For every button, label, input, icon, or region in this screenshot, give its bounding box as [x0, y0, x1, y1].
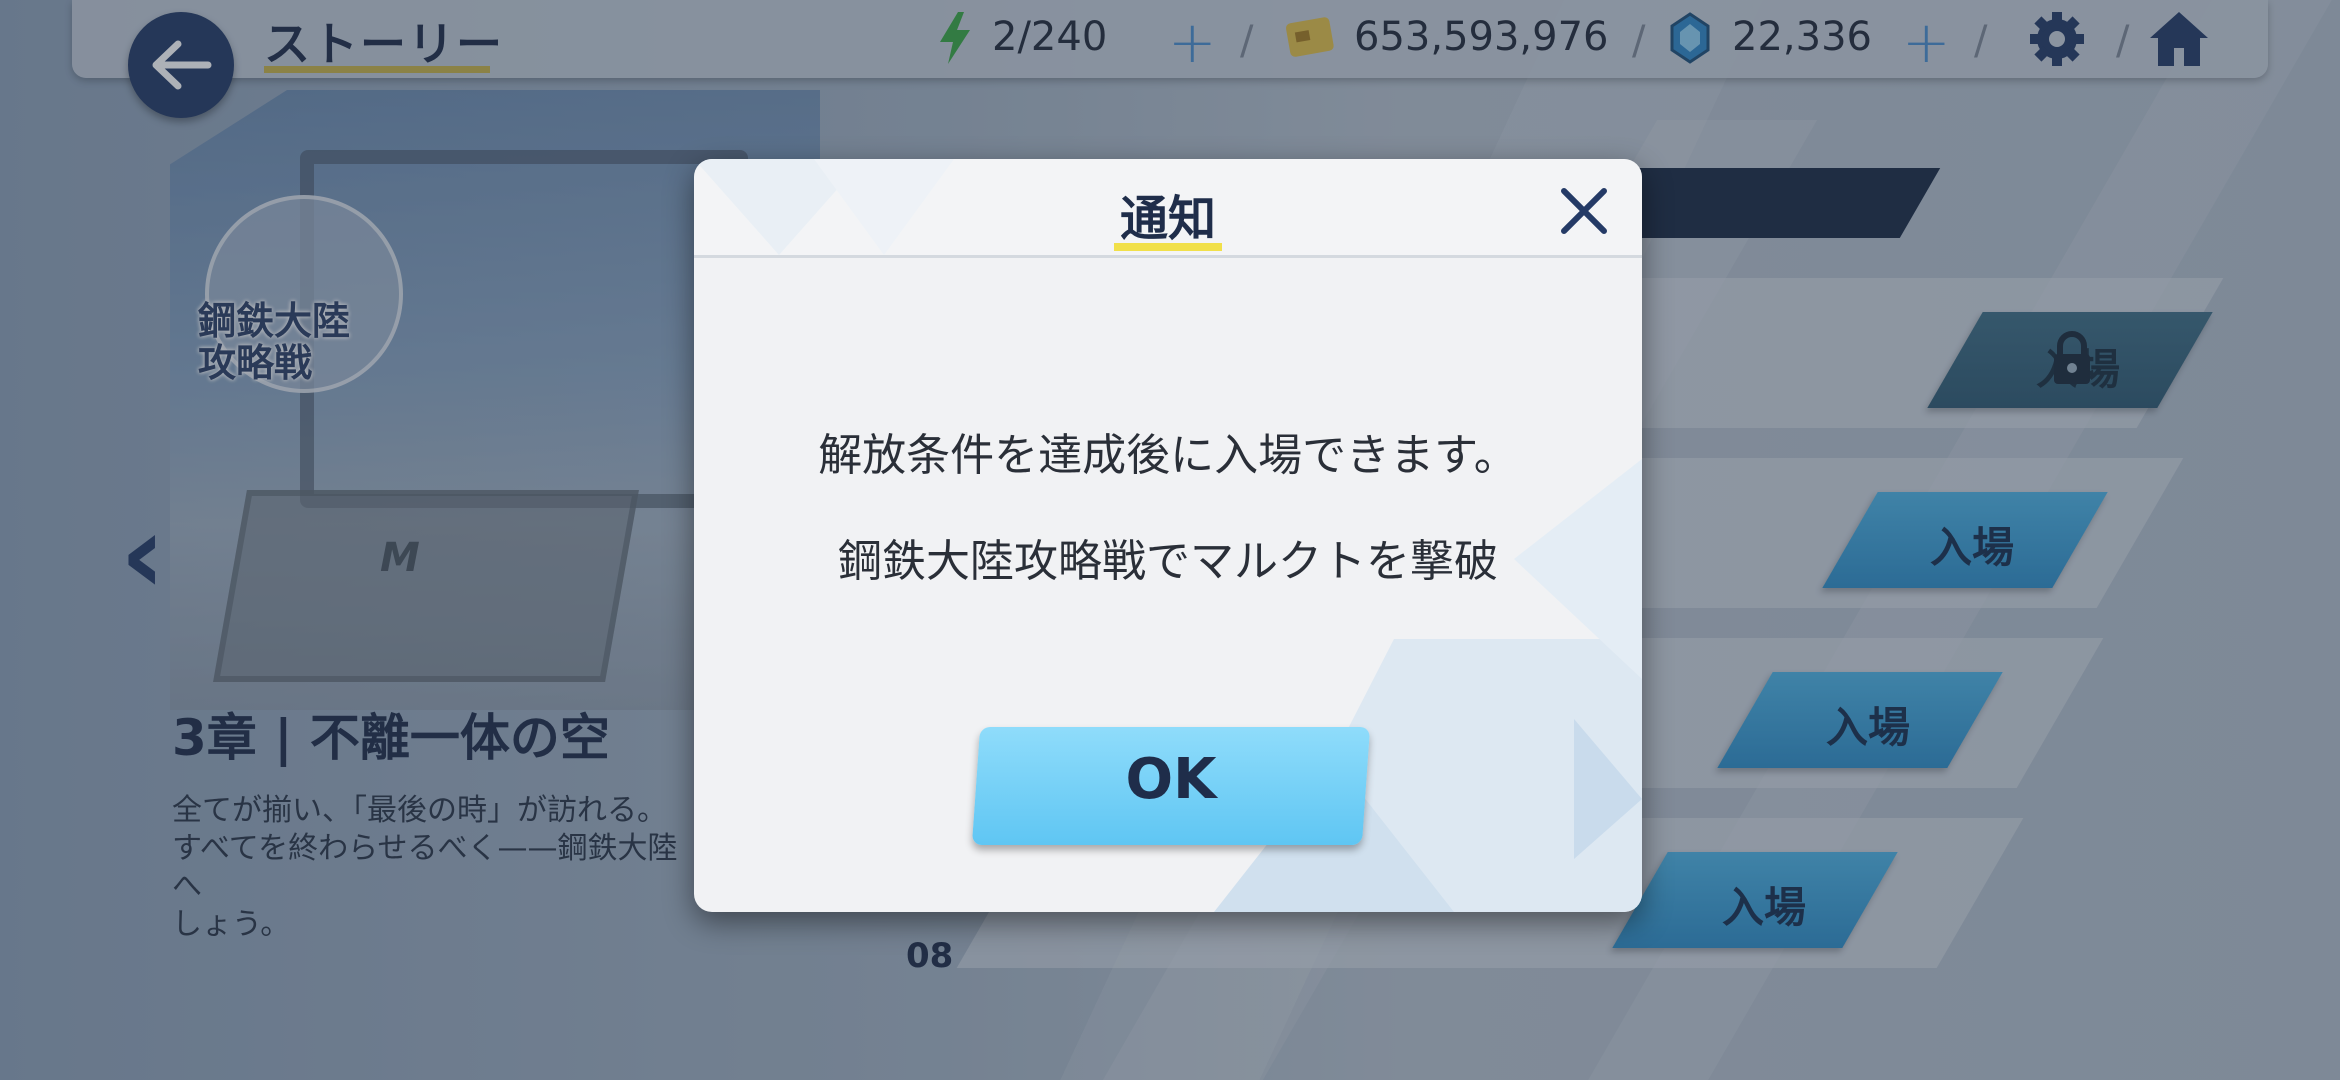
notification-dialog: 通知 解放条件を達成後に入場できます。 鋼鉄大陸攻略戦でマルクトを撃破 OK — [694, 159, 1642, 912]
dialog-title: 通知 — [1119, 191, 1216, 247]
ok-button-label: OK — [1125, 747, 1217, 812]
close-icon[interactable] — [1554, 181, 1614, 241]
dialog-message: 解放条件を達成後に入場できます。 — [818, 430, 1518, 481]
dialog-title-underline — [1114, 243, 1222, 251]
unlock-condition: 鋼鉄大陸攻略戦でマルクトを撃破 — [838, 536, 1498, 587]
